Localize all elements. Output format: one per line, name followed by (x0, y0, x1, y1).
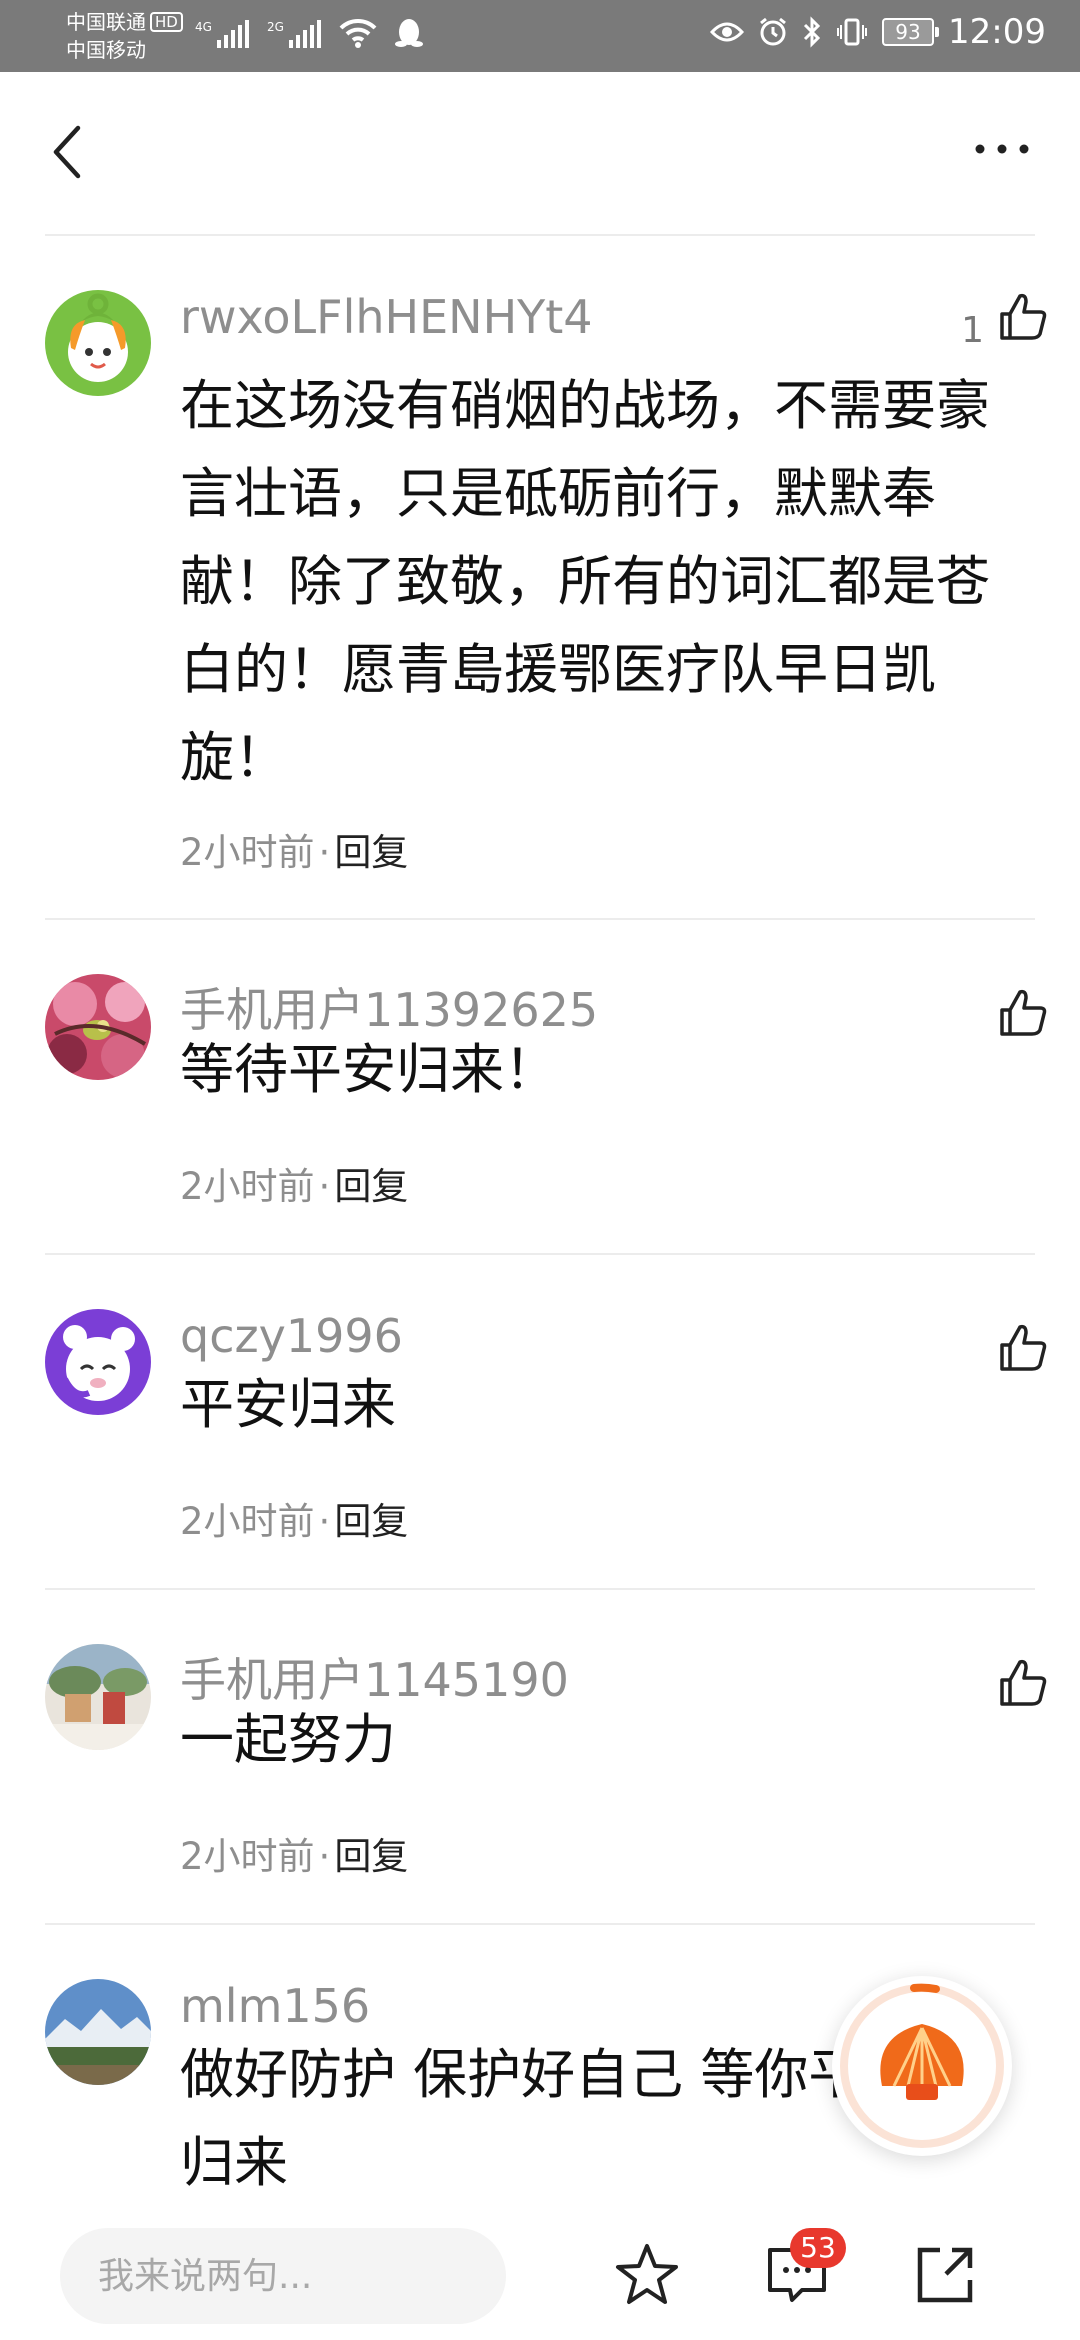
comment-meta: 2小时前 · 回复 (180, 822, 408, 876)
comment-meta: 2小时前 · 回复 (180, 1826, 408, 1880)
meta-separator: · (318, 1500, 331, 1543)
meta-separator: · (318, 831, 331, 874)
qq-penguin-icon (394, 19, 423, 47)
wifi-icon (339, 18, 377, 48)
avatar[interactable] (45, 1644, 151, 1750)
comment-text: 在这场没有硝烟的战场，不需要豪言壮语，只是砥砺前行，默默奉献！除了致敬，所有的词… (180, 374, 990, 789)
comment-item: qczy1996 平安归来 2小时前 · 回复 (0, 1309, 1080, 1589)
comment-text: 等待平安归来！ (180, 1038, 558, 1101)
signal-1-icon: 4G (195, 20, 249, 48)
comment-divider (45, 918, 1035, 920)
thumbs-up-icon[interactable] (996, 290, 1050, 344)
avatar[interactable] (45, 1309, 151, 1415)
back-arrow-icon[interactable] (48, 122, 88, 182)
eye-icon (710, 22, 745, 42)
more-dots-icon[interactable] (972, 134, 1032, 164)
vibrate-icon (837, 18, 868, 46)
clock: 12:09 (948, 12, 1046, 52)
comment-item: 手机用户1145190 一起努力 2小时前 · 回复 (0, 1644, 1080, 1924)
meta-separator: · (318, 1165, 331, 1208)
comment-divider (45, 1923, 1035, 1925)
comment-time: 2小时前 (180, 1500, 315, 1543)
meta-separator: · (318, 1835, 331, 1878)
comment-text: 平安归来 (180, 1373, 396, 1436)
floating-shell-button[interactable] (832, 1976, 1012, 2156)
carrier-info: 中国联通 HD 中国移动 (66, 8, 183, 64)
bottom-bar: 53 (0, 2200, 1080, 2340)
reply-button[interactable]: 回复 (334, 1835, 408, 1878)
signal-2-label: 2G (266, 20, 284, 34)
comment-text: 做好防护 保护好自己 等你平安归来 (180, 2043, 917, 2194)
username[interactable]: rwxoLFlhHENHYt4 (180, 290, 593, 344)
carrier-2: 中国移动 (66, 38, 146, 62)
battery-level: 93 (895, 20, 921, 44)
avatar[interactable] (45, 974, 151, 1080)
comment-divider (45, 1253, 1035, 1255)
battery-icon: 93 (882, 18, 940, 46)
comment-time: 2小时前 (180, 1165, 315, 1208)
nav-divider (45, 234, 1035, 236)
comment-time: 2小时前 (180, 1835, 315, 1878)
username[interactable]: mlm156 (180, 1979, 370, 2033)
comment-meta: 2小时前 · 回复 (180, 1491, 408, 1545)
top-nav (0, 72, 1080, 232)
username[interactable]: qczy1996 (180, 1309, 403, 1363)
share-icon[interactable] (910, 2240, 980, 2310)
comment-input[interactable] (60, 2228, 506, 2324)
signal-2-icon: 2G (267, 20, 321, 48)
comment-divider (45, 1588, 1035, 1590)
avatar[interactable] (45, 290, 151, 396)
reply-button[interactable]: 回复 (334, 831, 408, 874)
hd-badge: HD (150, 12, 183, 32)
star-icon[interactable] (612, 2240, 682, 2310)
bluetooth-icon (803, 16, 821, 48)
comment-text: 一起努力 (180, 1708, 396, 1771)
signal-indicators: 4G 2G (195, 18, 423, 48)
comment-item: rwxoLFlhHENHYt4 1 在这场没有硝烟的战场，不需要豪言壮语，只是砥… (0, 290, 1080, 920)
reply-button[interactable]: 回复 (334, 1165, 408, 1208)
comment-meta: 2小时前 · 回复 (180, 1156, 408, 1210)
comment-count-badge: 53 (790, 2228, 846, 2268)
avatar[interactable] (45, 1979, 151, 2085)
like-count: 1 (961, 310, 984, 351)
carrier-1: 中国联通 (66, 10, 146, 34)
comment-time: 2小时前 (180, 831, 315, 874)
status-right-icons: 93 12:09 (710, 12, 1046, 52)
shell-icon (840, 1983, 1004, 2148)
comment-item: 手机用户11392625 等待平安归来！ 2小时前 · 回复 (0, 974, 1080, 1254)
status-bar: 中国联通 HD 中国移动 4G 2G 93 12:09 (0, 0, 1080, 72)
signal-1-label: 4G (195, 20, 212, 34)
alarm-icon (760, 17, 786, 46)
reply-button[interactable]: 回复 (334, 1500, 408, 1543)
